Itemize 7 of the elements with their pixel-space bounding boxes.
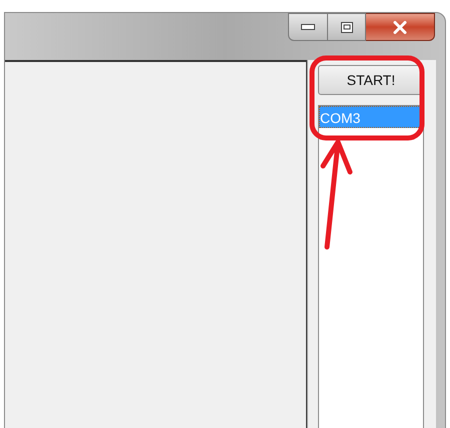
close-icon bbox=[393, 20, 407, 34]
close-button[interactable] bbox=[366, 13, 435, 41]
minimize-button[interactable] bbox=[288, 13, 328, 41]
maximize-icon bbox=[340, 22, 352, 32]
port-list[interactable]: COM3 bbox=[318, 105, 424, 428]
minimize-icon bbox=[301, 24, 315, 30]
maximize-button[interactable] bbox=[328, 13, 366, 41]
